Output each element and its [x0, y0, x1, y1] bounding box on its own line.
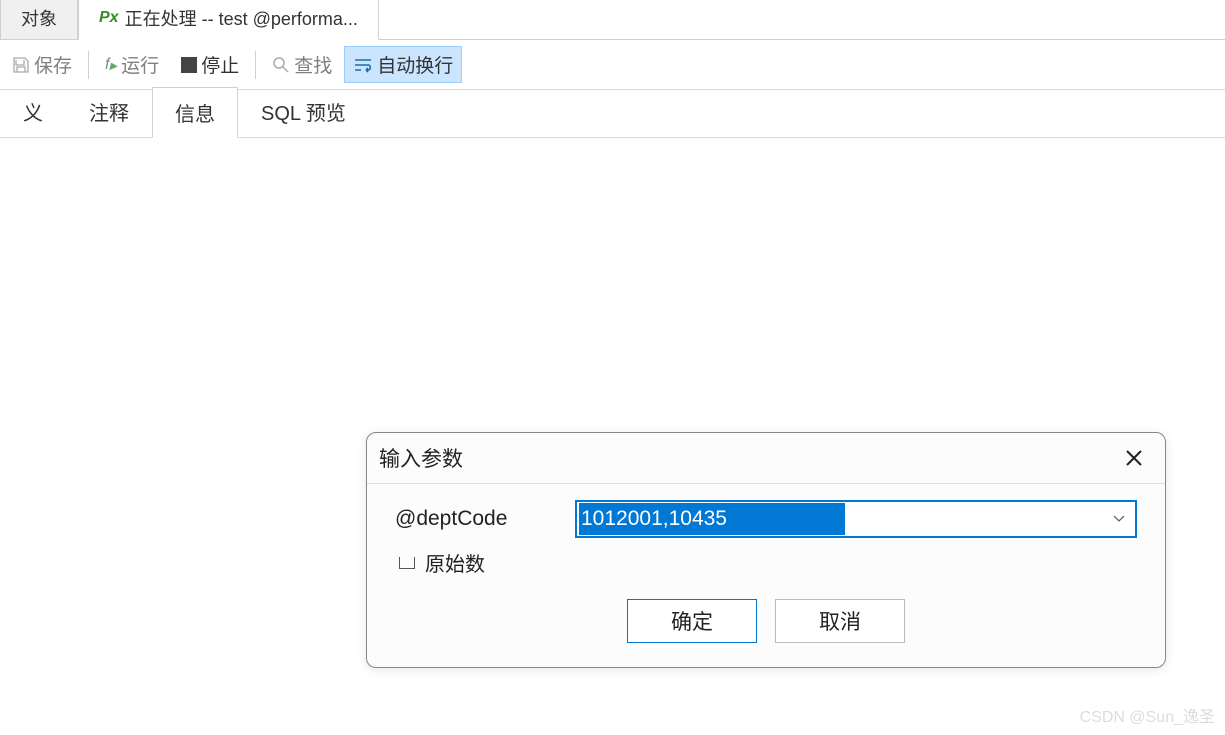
subtab-comment-label: 注释 — [89, 103, 129, 125]
tab-processing[interactable]: Px 正在处理 -- test @performa... — [78, 0, 379, 40]
tab-object[interactable]: 对象 — [0, 0, 78, 39]
dialog-header: 输入参数 — [367, 433, 1165, 484]
input-params-dialog: 输入参数 @deptCode 1012001,10435 原始数 确定 取消 — [366, 432, 1166, 668]
tab-object-label: 对象 — [21, 5, 57, 31]
checkbox-label: 原始数 — [425, 548, 485, 577]
toolbar-divider — [88, 51, 89, 79]
toolbar: 保存 f▶ 运行 停止 查找 自动换行 — [0, 40, 1225, 90]
param-row: @deptCode 1012001,10435 — [395, 500, 1137, 538]
close-icon[interactable] — [1119, 443, 1149, 473]
chevron-down-icon[interactable] — [1107, 512, 1131, 526]
run-label: 运行 — [121, 51, 159, 78]
run-icon: f▶ — [105, 56, 117, 74]
watermark: CSDN @Sun_逸圣 — [1080, 703, 1215, 727]
subtab-info-label: 信息 — [175, 104, 215, 126]
ok-button[interactable]: 确定 — [627, 599, 757, 643]
search-icon — [272, 56, 290, 74]
subtab-comment[interactable]: 注释 — [66, 86, 152, 137]
wrap-icon — [353, 57, 373, 73]
toolbar-divider — [255, 51, 256, 79]
fx-icon: Px — [99, 9, 119, 27]
param-label: @deptCode — [395, 507, 555, 531]
checkbox-row: 原始数 — [395, 548, 1137, 577]
subtab-definition-label: 义 — [23, 103, 43, 125]
subtab-definition[interactable]: 义 — [0, 86, 66, 137]
top-tabs: 对象 Px 正在处理 -- test @performa... — [0, 0, 1225, 40]
raw-data-checkbox[interactable] — [399, 557, 415, 569]
save-label: 保存 — [34, 51, 72, 78]
run-button[interactable]: f▶ 运行 — [95, 47, 169, 82]
save-icon — [12, 56, 30, 74]
param-input-wrap[interactable]: 1012001,10435 — [575, 500, 1137, 538]
cancel-button[interactable]: 取消 — [775, 599, 905, 643]
dialog-body: @deptCode 1012001,10435 原始数 — [367, 484, 1165, 585]
sub-tabs: 义 注释 信息 SQL 预览 — [0, 90, 1225, 138]
param-input[interactable]: 1012001,10435 — [579, 503, 845, 535]
subtab-sqlpreview-label: SQL 预览 — [261, 103, 346, 125]
stop-label: 停止 — [201, 51, 239, 78]
autowrap-button[interactable]: 自动换行 — [344, 46, 462, 83]
dialog-title: 输入参数 — [379, 443, 463, 473]
tab-processing-label: 正在处理 -- test @performa... — [125, 5, 358, 31]
find-label: 查找 — [294, 51, 332, 78]
dialog-footer: 确定 取消 — [367, 585, 1165, 667]
subtab-sqlpreview[interactable]: SQL 预览 — [238, 86, 369, 137]
save-button[interactable]: 保存 — [2, 47, 82, 82]
stop-icon — [181, 57, 197, 73]
stop-button[interactable]: 停止 — [171, 47, 249, 82]
find-button[interactable]: 查找 — [262, 47, 342, 82]
subtab-info[interactable]: 信息 — [152, 87, 238, 138]
autowrap-label: 自动换行 — [377, 51, 453, 78]
